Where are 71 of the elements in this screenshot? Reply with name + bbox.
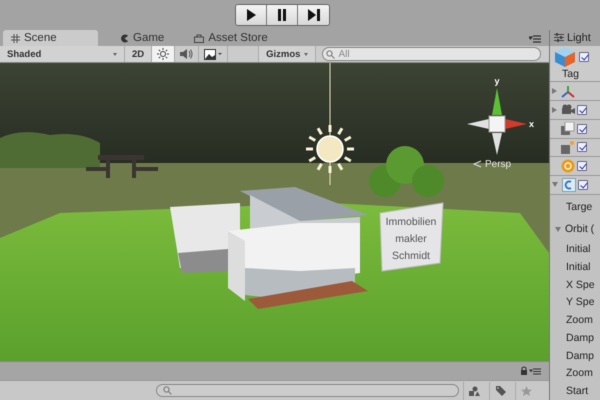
axes-icon	[561, 84, 575, 98]
step-icon	[306, 9, 320, 21]
field-label: X Spe	[566, 278, 595, 291]
field-label: Initial	[566, 260, 591, 273]
sign-text: makler	[395, 233, 427, 245]
sign-text: Immobilien	[386, 216, 436, 228]
menu-icon[interactable]	[529, 35, 541, 43]
pacman-icon	[120, 34, 129, 42]
audio-listener-icon	[561, 159, 575, 174]
foldout-arrow-icon[interactable]	[552, 106, 557, 113]
search-icon	[163, 386, 172, 395]
checkbox[interactable]	[579, 52, 589, 62]
light-gizmo-icon[interactable]	[306, 125, 354, 173]
tab-label: Light	[567, 32, 591, 44]
field-label: Y Spe	[566, 296, 594, 308]
checkbox[interactable]	[577, 124, 587, 134]
shapes-icon	[469, 386, 480, 396]
checkbox[interactable]	[577, 161, 587, 172]
lighting-toggle[interactable]	[152, 46, 176, 62]
script-icon	[562, 178, 576, 192]
editor-tab[interactable]: Game	[112, 30, 172, 46]
image-icon	[204, 48, 222, 60]
field-label: Zoom	[566, 367, 593, 380]
camera-icon	[561, 104, 575, 116]
projection-label[interactable]: Persp	[485, 159, 512, 170]
layers-icon	[561, 122, 575, 136]
checkbox[interactable]	[578, 180, 588, 190]
grid-icon	[11, 34, 20, 42]
field-label: Zoom	[566, 314, 593, 326]
checkbox[interactable]	[577, 104, 587, 115]
field-label: Start	[566, 385, 588, 398]
search-field[interactable]	[156, 384, 459, 397]
field-label: Damp	[566, 332, 594, 344]
gizmos-dropdown[interactable]: Gizmos	[259, 46, 316, 62]
caret-icon	[113, 52, 117, 56]
play-icon	[244, 9, 258, 21]
editor-tab[interactable]: Asset Store	[186, 30, 276, 46]
component-title: Orbit (	[565, 223, 594, 236]
orientation-gizmo[interactable]	[467, 88, 527, 155]
cube-icon	[554, 46, 576, 68]
foldout-arrow-icon[interactable]	[555, 226, 561, 232]
sign-board	[379, 202, 444, 272]
bag-icon	[194, 34, 204, 42]
tag-icon	[496, 386, 506, 396]
search-icon	[326, 50, 336, 58]
editor-tab[interactable]: Scene	[3, 30, 98, 46]
picnic-table-drawing	[86, 155, 158, 178]
speaker-icon	[180, 48, 194, 60]
2d-toggle[interactable]: 2D	[125, 46, 152, 62]
sun-icon	[157, 48, 170, 60]
sliders-icon	[554, 33, 564, 42]
lock-menu-icon[interactable]	[521, 366, 543, 376]
field-label: Damp	[566, 350, 594, 362]
flare-icon	[561, 140, 575, 154]
tag-label: Tag	[561, 68, 580, 80]
foldout-arrow-icon[interactable]	[552, 88, 557, 94]
pause-icon	[275, 9, 289, 21]
caret-icon	[304, 52, 308, 56]
star-icon	[521, 386, 532, 396]
search-field[interactable]: All	[322, 47, 541, 61]
play-button[interactable]	[236, 5, 267, 25]
axis-label: y	[494, 76, 500, 86]
shading-dropdown[interactable]: Shaded	[0, 46, 125, 62]
axis-label: x	[529, 119, 534, 129]
sign-text: Schmidt	[392, 250, 430, 262]
pause-button[interactable]	[267, 5, 298, 25]
checkbox[interactable]	[577, 142, 587, 152]
step-button[interactable]	[298, 5, 329, 25]
field-label: Targe	[566, 200, 592, 213]
field-label: Initial	[566, 243, 591, 256]
inspector-tab[interactable]: Light	[550, 30, 600, 46]
